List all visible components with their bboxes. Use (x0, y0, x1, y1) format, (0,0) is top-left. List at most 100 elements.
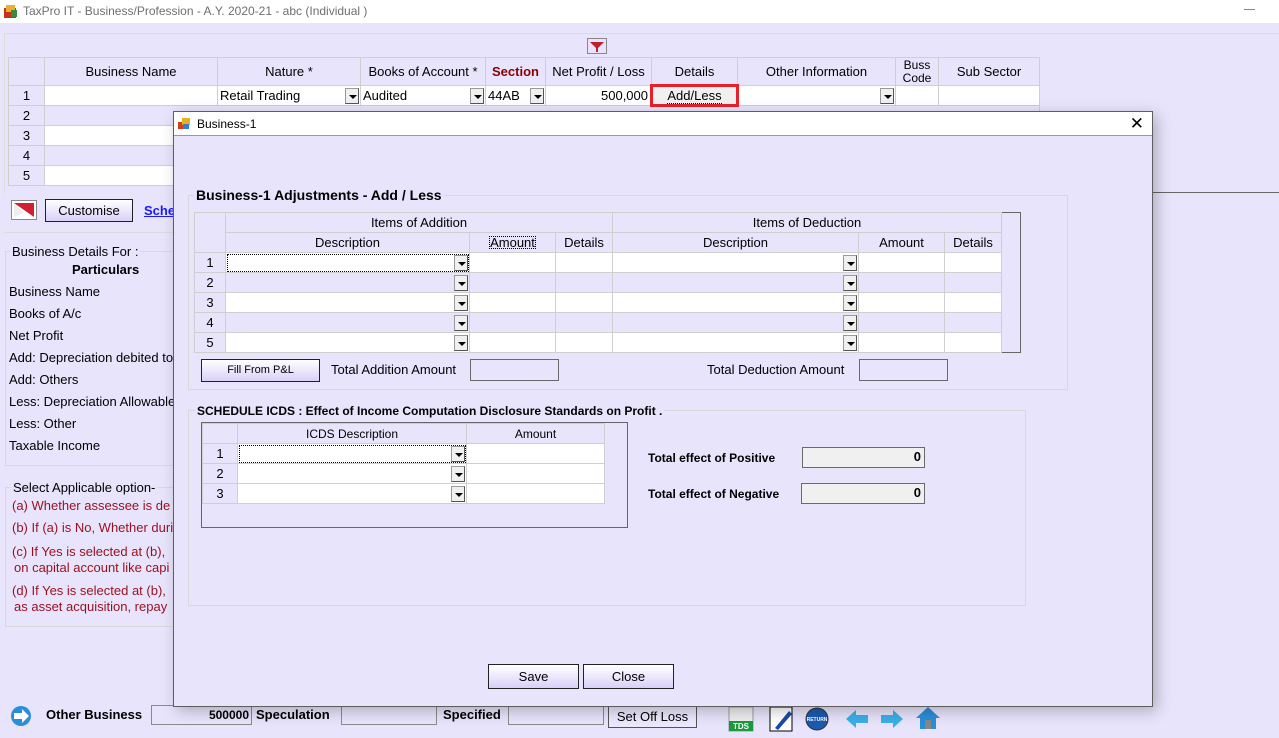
deduction-details-cell[interactable] (944, 332, 1002, 353)
addition-amount-cell[interactable] (469, 252, 556, 273)
addition-description-dropdown[interactable] (225, 252, 470, 273)
addition-details-cell[interactable] (555, 332, 613, 353)
addition-details-cell[interactable] (555, 312, 613, 333)
icds-amount-header: Amount (466, 423, 605, 444)
addition-description-dropdown[interactable] (225, 312, 470, 333)
deduction-details-cell[interactable] (944, 272, 1002, 293)
chevron-down-icon[interactable] (454, 335, 468, 351)
specified-field[interactable] (508, 705, 604, 725)
deduction-description-dropdown[interactable] (612, 332, 859, 353)
back-arrow-icon[interactable] (842, 706, 872, 732)
addition-group-header: Items of Addition (225, 212, 613, 233)
rownum-header (202, 423, 238, 444)
nature-dropdown[interactable]: Retail Trading (217, 85, 361, 106)
addition-amount-cell[interactable] (469, 292, 556, 313)
return-icon[interactable]: RETURN (802, 706, 832, 732)
row-number: 1 (8, 85, 45, 106)
deduction-description-dropdown[interactable] (612, 252, 859, 273)
fill-from-pl-button[interactable]: Fill From P&L (201, 359, 320, 382)
chevron-down-icon[interactable] (843, 275, 857, 291)
set-off-loss-button[interactable]: Set Off Loss (608, 705, 697, 728)
chevron-down-icon[interactable] (345, 88, 359, 104)
chevron-down-icon[interactable] (454, 255, 468, 271)
other-business-label: Other Business (46, 707, 143, 722)
home-icon[interactable] (913, 705, 943, 731)
business-name-cell[interactable] (44, 85, 218, 106)
icds-description-dropdown[interactable] (237, 483, 467, 504)
addition-amount-cell[interactable] (469, 332, 556, 353)
icds-amount-cell[interactable] (466, 483, 605, 504)
row-number: 3 (202, 483, 238, 504)
deduction-amount-cell[interactable] (858, 252, 945, 273)
forward-arrow-icon[interactable] (877, 706, 907, 732)
net-profit-cell[interactable]: 500,000 (545, 85, 652, 106)
deduction-amount-cell[interactable] (858, 292, 945, 313)
chevron-down-icon[interactable] (454, 295, 468, 311)
icds-description-dropdown[interactable] (237, 463, 467, 484)
negative-effect-field: 0 (801, 483, 925, 504)
chevron-down-icon[interactable] (843, 255, 857, 271)
total-deduction-field[interactable] (859, 359, 948, 381)
deduction-amount-cell[interactable] (858, 312, 945, 333)
close-icon[interactable]: ✕ (1130, 114, 1144, 134)
addition-details-cell[interactable] (555, 292, 613, 313)
chevron-down-icon[interactable] (451, 466, 465, 482)
addition-amount-cell[interactable] (469, 272, 556, 293)
col-sub-sector: Sub Sector (938, 57, 1040, 86)
minimize-button[interactable] (1244, 9, 1255, 10)
deduction-description-dropdown[interactable] (612, 292, 859, 313)
col-other-info: Other Information (737, 57, 896, 86)
addition-description-dropdown[interactable] (225, 292, 470, 313)
addition-details-cell[interactable] (555, 252, 613, 273)
close-button[interactable]: Close (583, 664, 674, 689)
chevron-down-icon[interactable] (843, 295, 857, 311)
detail-label: Net Profit (9, 328, 64, 343)
filter-icon[interactable] (587, 38, 607, 54)
buss-code-cell[interactable] (895, 85, 939, 106)
chevron-down-icon[interactable] (530, 88, 544, 104)
deduction-description-dropdown[interactable] (612, 312, 859, 333)
detail-label: Add: Depreciation debited to (9, 350, 174, 365)
row-number: 2 (202, 463, 238, 484)
chevron-down-icon[interactable] (451, 446, 465, 462)
speculation-field[interactable] (341, 705, 437, 725)
deduction-amount-cell[interactable] (858, 332, 945, 353)
other-info-dropdown[interactable] (737, 85, 896, 106)
chevron-down-icon[interactable] (470, 88, 484, 104)
edit-pen-icon[interactable] (767, 706, 797, 732)
addition-details-cell[interactable] (555, 272, 613, 293)
chevron-down-icon[interactable] (843, 335, 857, 351)
tds-icon[interactable]: TDS (727, 706, 757, 732)
chevron-down-icon[interactable] (843, 315, 857, 331)
deduction-amount-cell[interactable] (858, 272, 945, 293)
chevron-down-icon[interactable] (451, 486, 465, 502)
total-addition-label: Total Addition Amount (331, 362, 457, 377)
icds-amount-cell[interactable] (466, 443, 605, 464)
other-business-field[interactable]: 500000 (151, 705, 252, 725)
add-less-button[interactable]: Add/Less (650, 84, 739, 107)
addition-description-dropdown[interactable] (225, 272, 470, 293)
export-icon[interactable] (11, 200, 37, 220)
deduction-details-cell[interactable] (944, 312, 1002, 333)
total-addition-field[interactable] (470, 359, 559, 381)
chevron-down-icon[interactable] (454, 315, 468, 331)
customise-button[interactable]: Customise (45, 199, 133, 222)
detail-label: Books of A/c (9, 306, 82, 321)
sub-sector-cell[interactable] (938, 85, 1040, 106)
chevron-down-icon[interactable] (454, 275, 468, 291)
addition-amount-cell[interactable] (469, 312, 556, 333)
schedule-link[interactable]: Sche (144, 203, 175, 218)
forward-nav-icon[interactable] (8, 704, 34, 728)
deduction-description-dropdown[interactable] (612, 272, 859, 293)
deduction-details-cell[interactable] (944, 292, 1002, 313)
icds-description-dropdown[interactable] (237, 443, 467, 464)
section-dropdown[interactable]: 44AB (485, 85, 546, 106)
books-dropdown[interactable]: Audited (360, 85, 486, 106)
icds-amount-cell[interactable] (466, 463, 605, 484)
addition-amount-header[interactable]: Amount (469, 232, 556, 253)
save-button[interactable]: Save (488, 664, 579, 689)
detail-label: Less: Depreciation Allowable (9, 394, 176, 409)
chevron-down-icon[interactable] (880, 88, 894, 104)
deduction-details-cell[interactable] (944, 252, 1002, 273)
addition-description-dropdown[interactable] (225, 332, 470, 353)
